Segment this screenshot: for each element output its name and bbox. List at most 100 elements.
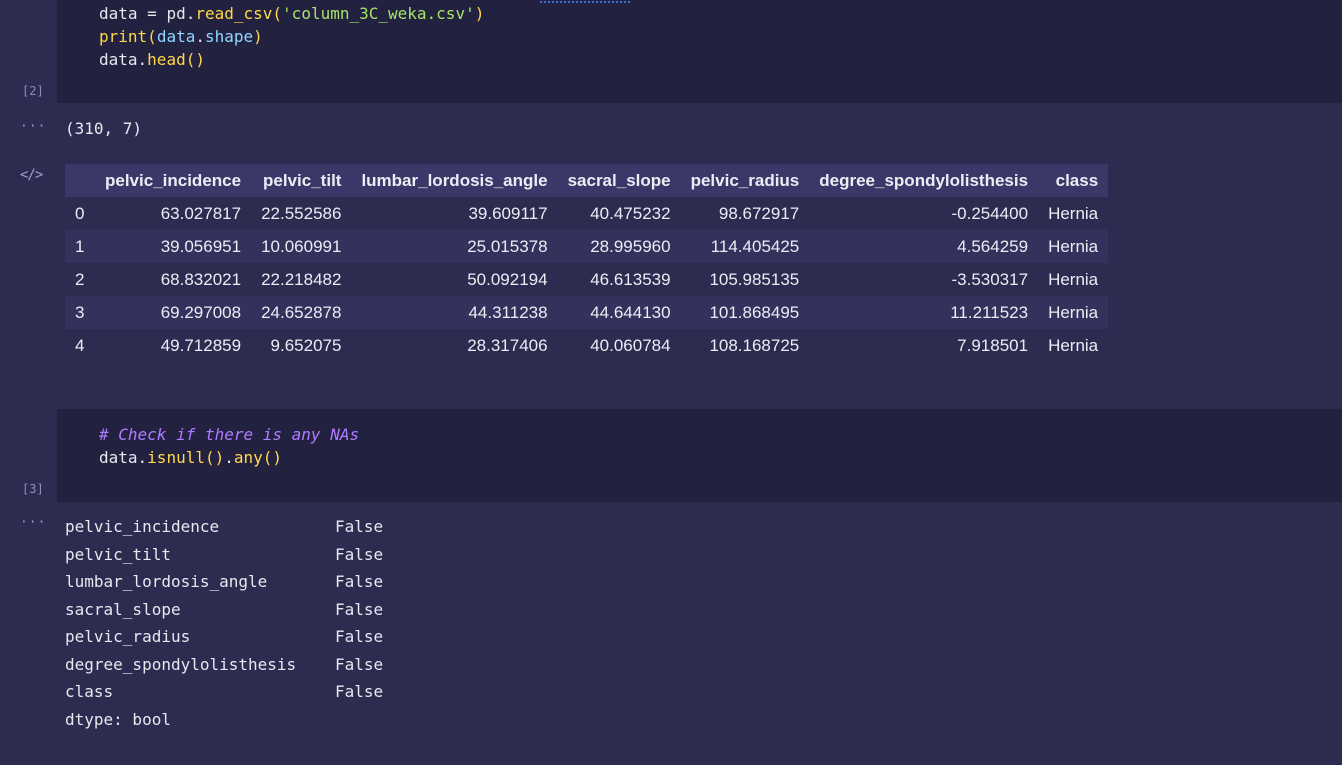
series-row: pelvic_incidence False bbox=[65, 513, 383, 541]
code-token: isnull bbox=[147, 448, 205, 467]
series-key: pelvic_incidence bbox=[65, 517, 220, 536]
column-header: lumbar_lordosis_angle bbox=[361, 170, 548, 190]
table-cell: 40.060784 bbox=[590, 335, 671, 355]
series-row: degree_spondylolisthesis False bbox=[65, 651, 383, 679]
code-line[interactable]: data.isnull().any() bbox=[99, 446, 359, 469]
series-key: lumbar_lordosis_angle bbox=[65, 572, 268, 591]
table-cell: 22.218482 bbox=[261, 269, 342, 289]
row-index: 3 bbox=[75, 302, 85, 322]
column-header: pelvic_tilt bbox=[263, 170, 342, 190]
output-ellipsis-icon-2[interactable]: ··· bbox=[20, 515, 46, 530]
table-cell: 22.552586 bbox=[261, 203, 342, 223]
table-cell: 105.985135 bbox=[709, 269, 800, 289]
table-cell: Hernia bbox=[1048, 269, 1099, 289]
row-index: 0 bbox=[75, 203, 85, 223]
code-line[interactable]: data = pd.read_csv('column_3C_weka.csv') bbox=[99, 2, 484, 25]
table-cell: 49.712859 bbox=[160, 335, 242, 355]
table-row: 1 39.056951 10.060991 25.015378 28.995960 114… bbox=[65, 230, 1109, 263]
table-cell: 98.672917 bbox=[718, 203, 800, 223]
series-row: sacral_slope False bbox=[65, 596, 383, 624]
code-line[interactable]: # Check if there is any NAs bbox=[99, 423, 359, 446]
isnull-series-output: pelvic_incidence False pelvic_tilt False lum… bbox=[65, 513, 383, 733]
table-cell: -0.254400 bbox=[951, 203, 1029, 223]
code-token: = bbox=[137, 4, 167, 23]
lint-underline bbox=[540, 0, 630, 3]
table-row: 4 49.712859 9.652075 28.317406 40.060784 108.… bbox=[65, 329, 1109, 362]
table-header-row: pelvic_incidence pelvic_tilt lumbar_lordos… bbox=[65, 164, 1109, 197]
table-cell: 10.060991 bbox=[261, 236, 342, 256]
code-cell-1[interactable]: data = pd.read_csv('column_3C_weka.csv')… bbox=[57, 0, 1342, 103]
series-value: False bbox=[335, 544, 384, 564]
series-key: sacral_slope bbox=[65, 599, 181, 619]
code-line[interactable]: data.head() bbox=[99, 48, 484, 71]
series-key: pelvic_tilt bbox=[65, 544, 171, 564]
row-index: 4 bbox=[75, 335, 85, 355]
output-ellipsis-icon-1[interactable]: ··· bbox=[20, 119, 46, 134]
code-token: 'column_3C_weka.csv' bbox=[282, 4, 475, 23]
code-token: . bbox=[137, 50, 148, 69]
series-value: False bbox=[335, 517, 384, 536]
table-cell: 28.995960 bbox=[590, 236, 671, 256]
series-row: class False bbox=[65, 678, 383, 706]
code-cell-2[interactable]: # Check if there is any NAs data.isnull()… bbox=[57, 409, 1342, 502]
table-cell: Hernia bbox=[1048, 203, 1099, 223]
column-header: pelvic_incidence bbox=[105, 170, 242, 190]
column-header: degree_spondylolisthesis bbox=[819, 170, 1029, 190]
series-dtype: dtype: bool bbox=[65, 709, 171, 729]
table-cell: 9.652075 bbox=[270, 335, 342, 355]
table-cell: 4.564259 bbox=[957, 236, 1029, 256]
table-cell: Hernia bbox=[1048, 302, 1099, 322]
column-header: sacral_slope bbox=[567, 170, 671, 190]
code-token: any bbox=[233, 448, 263, 467]
code-token: # Check if there is any NAs bbox=[99, 425, 360, 444]
index-header bbox=[65, 164, 95, 197]
table-cell: 63.027817 bbox=[160, 203, 242, 223]
table-cell: 46.613539 bbox=[590, 269, 671, 289]
series-value: False bbox=[335, 654, 384, 674]
table-cell: 44.644130 bbox=[590, 302, 671, 322]
table-cell: 101.868495 bbox=[709, 302, 800, 322]
code-token: shape bbox=[204, 27, 254, 46]
notebook-page: data = pd.read_csv('column_3C_weka.csv')… bbox=[0, 0, 1342, 765]
code-token: data bbox=[99, 50, 138, 69]
table-cell: 28.317406 bbox=[467, 335, 548, 355]
table-row: 2 68.832021 22.218482 50.092194 46.613539 105… bbox=[65, 263, 1109, 296]
table-cell: 68.832021 bbox=[160, 269, 242, 289]
code-token: . bbox=[224, 448, 234, 467]
code-token: data bbox=[99, 4, 138, 23]
series-value: False bbox=[335, 572, 384, 591]
execution-count-1: [2] bbox=[22, 84, 44, 98]
code-token: ) bbox=[474, 4, 485, 23]
code-token: . bbox=[137, 448, 148, 467]
code-token: . bbox=[195, 27, 205, 46]
code-token: ( bbox=[272, 4, 283, 23]
table-cell: 25.015378 bbox=[467, 236, 548, 256]
code-editor-1[interactable]: data = pd.read_csv('column_3C_weka.csv')… bbox=[99, 2, 484, 71]
code-line[interactable]: print(data.shape) bbox=[99, 25, 484, 48]
execution-count-2: [3] bbox=[22, 482, 44, 496]
code-token: pd bbox=[166, 4, 186, 23]
table-cell: 11.211523 bbox=[950, 302, 1029, 322]
table-row: 0 63.027817 22.552586 39.609117 40.475232 98.… bbox=[65, 197, 1109, 230]
table-cell: 114.405425 bbox=[710, 236, 800, 256]
code-token: . bbox=[185, 4, 196, 23]
code-token: print bbox=[99, 27, 148, 46]
series-row: pelvic_radius False bbox=[65, 623, 383, 651]
output-shape-text: (310, 7) bbox=[65, 119, 143, 138]
code-token: ( bbox=[147, 27, 157, 46]
column-header: pelvic_radius bbox=[690, 170, 800, 190]
row-index: 2 bbox=[75, 269, 85, 289]
series-key: degree_spondylolisthesis bbox=[65, 654, 297, 674]
series-key: class bbox=[65, 682, 114, 701]
table-cell: 50.092194 bbox=[467, 269, 548, 289]
table-cell: 24.652878 bbox=[261, 302, 342, 322]
code-editor-2[interactable]: # Check if there is any NAs data.isnull()… bbox=[99, 423, 359, 469]
code-token: head bbox=[147, 50, 186, 69]
code-token: () bbox=[262, 448, 283, 467]
table-row: 3 69.297008 24.652878 44.311238 44.644130 101… bbox=[65, 296, 1109, 329]
html-output-icon[interactable]: </> bbox=[20, 167, 43, 183]
code-token: data bbox=[156, 27, 196, 46]
table-cell: 40.475232 bbox=[590, 203, 671, 223]
code-token: read_csv bbox=[195, 4, 273, 23]
table-cell: Hernia bbox=[1048, 335, 1099, 355]
